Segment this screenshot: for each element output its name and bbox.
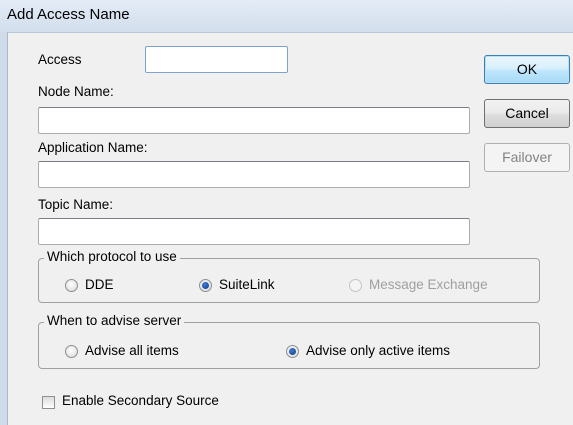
advise-only-active-items-radio[interactable] xyxy=(286,345,299,358)
advise-group-legend: When to advise server xyxy=(44,313,185,328)
dde-radio[interactable] xyxy=(65,279,78,292)
application-name-input[interactable] xyxy=(38,161,470,188)
topic-name-input[interactable] xyxy=(38,218,470,245)
dde-radio-label[interactable]: DDE xyxy=(85,277,114,292)
enable-secondary-source-label[interactable]: Enable Secondary Source xyxy=(62,393,219,408)
advise-all-items-label[interactable]: Advise all items xyxy=(85,343,179,358)
node-name-label: Node Name: xyxy=(38,84,114,99)
application-name-label: Application Name: xyxy=(38,140,148,155)
protocol-group-legend: Which protocol to use xyxy=(44,249,180,264)
advise-all-items-radio[interactable] xyxy=(65,345,78,358)
cancel-button[interactable]: Cancel xyxy=(484,99,570,128)
topic-name-label: Topic Name: xyxy=(38,197,114,212)
message-exchange-radio[interactable] xyxy=(349,279,362,292)
advise-only-active-items-label[interactable]: Advise only active items xyxy=(306,343,450,358)
dialog-title: Add Access Name xyxy=(7,6,130,23)
enable-secondary-source-checkbox[interactable] xyxy=(42,396,55,409)
window-left-border xyxy=(0,32,8,425)
access-label: Access xyxy=(38,52,82,67)
add-access-name-dialog: Add Access Name Access Node Name: Applic… xyxy=(0,0,573,425)
suitelink-radio-label[interactable]: SuiteLink xyxy=(219,277,275,292)
failover-button[interactable]: Failover xyxy=(484,143,570,172)
ok-button[interactable]: OK xyxy=(484,55,570,84)
message-exchange-radio-label[interactable]: Message Exchange xyxy=(369,277,488,292)
node-name-input[interactable] xyxy=(38,107,470,134)
access-input[interactable] xyxy=(145,46,288,73)
suitelink-radio[interactable] xyxy=(199,279,212,292)
title-bar[interactable]: Add Access Name xyxy=(0,0,573,33)
